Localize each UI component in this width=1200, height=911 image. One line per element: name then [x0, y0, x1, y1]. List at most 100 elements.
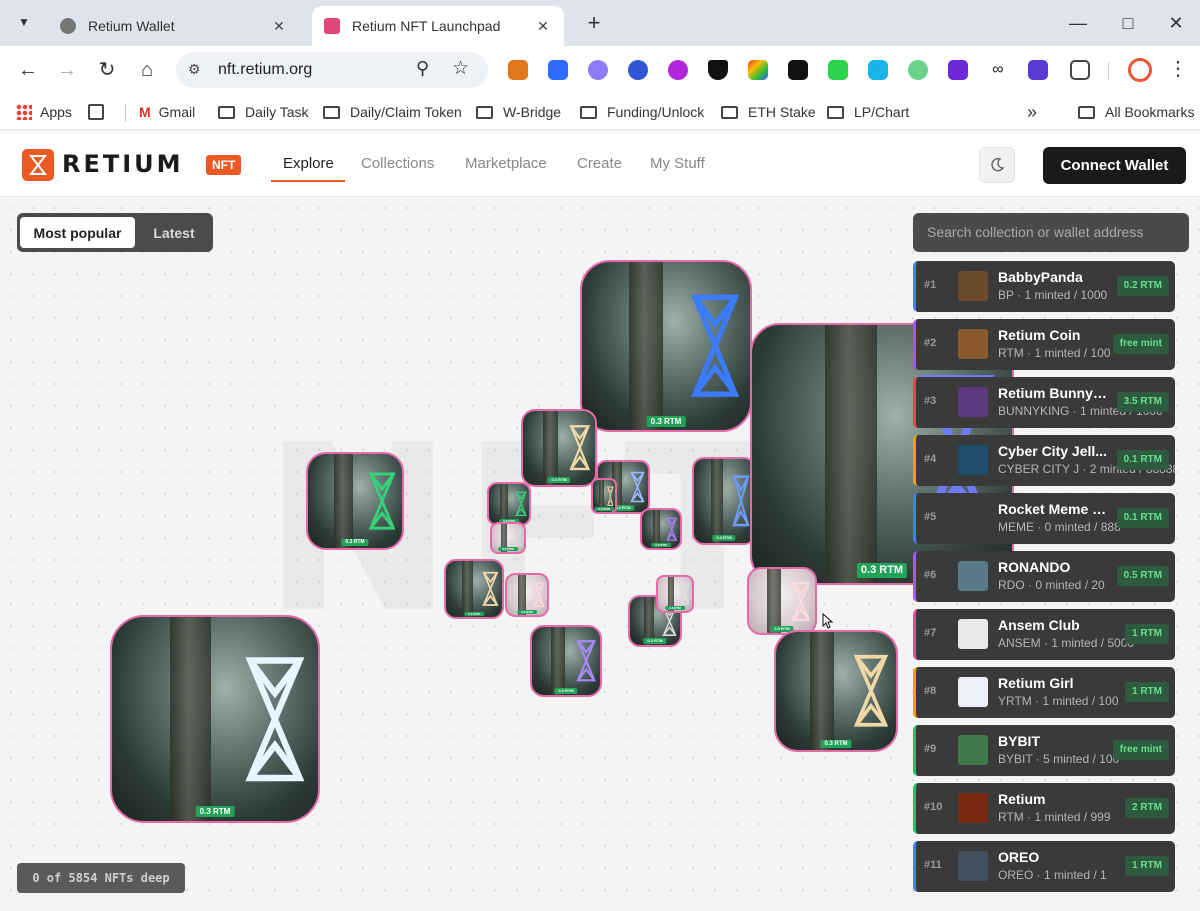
profile-avatar[interactable] [1128, 58, 1152, 82]
collection-card[interactable]: #9 BYBIT BYBIT · 5 minted / 100 free mint [913, 725, 1175, 776]
wallet-extension-icon[interactable] [548, 60, 568, 80]
bookmark-w-bridge[interactable]: W-Bridge [476, 102, 561, 122]
bird-extension-icon[interactable] [628, 60, 648, 80]
bookmark-daily-task[interactable]: Daily Task [218, 102, 309, 122]
collection-search-input[interactable]: Search collection or wallet address [913, 213, 1189, 252]
nav-my-stuff[interactable]: My Stuff [650, 155, 705, 172]
nft-card[interactable]: 0.3 RTM [640, 508, 682, 550]
browser-tab-nft-launchpad[interactable]: Retium NFT Launchpad ✕ [312, 6, 564, 46]
bookmark-star-icon[interactable]: ☆ [452, 57, 469, 80]
bot-extension-icon[interactable] [1028, 60, 1048, 80]
collection-card[interactable]: #3 Retium Bunny ... BUNNYKING · 1 minted /… [913, 377, 1175, 428]
metamask-extension-icon[interactable] [508, 60, 528, 80]
address-bar[interactable]: ⚙ nft.retium.org ⚲ ☆ [176, 52, 488, 88]
nft-card[interactable]: 0.3 RTM [774, 630, 898, 752]
bookmark-label: Funding/Unlock [607, 104, 705, 120]
collection-rank: #8 [924, 685, 937, 697]
rainbow-extension-icon[interactable] [748, 60, 768, 80]
bookmark-eth-stake[interactable]: ETH Stake [721, 102, 816, 122]
green-grid-extension-icon[interactable] [828, 60, 848, 80]
collection-rank: #5 [924, 511, 937, 523]
wifi-lock-extension-icon[interactable] [908, 60, 928, 80]
url-text[interactable]: nft.retium.org [218, 61, 312, 79]
shield-extension-icon[interactable] [708, 60, 728, 80]
purple-ring-extension-icon[interactable] [668, 60, 688, 80]
dark-square-extension-icon[interactable] [788, 60, 808, 80]
collection-mint-stats: BP · 1 minted / 1000 [998, 288, 1108, 302]
tab-search-chevron-icon[interactable]: ▼ [8, 8, 40, 36]
collection-card[interactable]: #6 RONANDO RDO · 0 minted / 20 0.5 RTM [913, 551, 1175, 602]
bookmark-gmail[interactable]: M Gmail [139, 102, 195, 122]
nft-card[interactable]: 0.3 RTM [444, 559, 504, 619]
retium-glyph-icon [569, 425, 591, 471]
nft-card[interactable]: 0.3 RTM [692, 457, 756, 545]
theme-toggle-button[interactable] [979, 147, 1015, 183]
nft-price-badge: 0.3 RTM [554, 688, 578, 694]
collection-card[interactable]: #7 Ansem Club ANSEM · 1 minted / 5000 1 RTM [913, 609, 1175, 660]
nft-card[interactable]: 0.3 RTM [521, 409, 597, 487]
toolbar-separator [1108, 62, 1109, 80]
collection-card[interactable]: #11 OREO OREO · 1 minted / 1 1 RTM [913, 841, 1175, 892]
bookmark-lp-chart[interactable]: LP/Chart [827, 102, 909, 122]
extensions-puzzle-icon[interactable] [1070, 60, 1090, 80]
nft-card[interactable]: 0.3 RTM [656, 575, 694, 613]
minimize-window-icon[interactable]: — [1058, 8, 1098, 38]
collection-card[interactable]: #1 BabbyPanda BP · 1 minted / 1000 0.2 RTM [913, 261, 1175, 312]
site-settings-icon[interactable]: ⚙ [188, 61, 201, 78]
nft-price-badge: 0.3 RTM [517, 609, 537, 614]
back-arrow-icon[interactable]: ← [14, 56, 42, 84]
close-tab-icon[interactable]: ✕ [270, 18, 288, 35]
retium-logo-icon[interactable] [22, 149, 54, 181]
explore-canvas[interactable]: NFT Most popular Latest 0.3 RTM0.3 RTM0.… [0, 197, 1200, 911]
new-tab-button[interactable]: + [580, 10, 608, 38]
cyan-extension-icon[interactable] [868, 60, 888, 80]
collection-card[interactable]: #10 Retium RTM · 1 minted / 999 2 RTM [913, 783, 1175, 834]
collection-card[interactable]: #2 Retium Coin RTM · 1 minted / 100 free mi… [913, 319, 1175, 370]
bookmark-apps[interactable]: Apps [16, 102, 72, 122]
filter-most-popular[interactable]: Most popular [20, 217, 135, 248]
nft-price-badge: 0.3 RTM [646, 415, 686, 427]
bookmark-funding-unlock[interactable]: Funding/Unlock [580, 102, 704, 122]
folder-icon [476, 105, 493, 119]
bookmarks-overflow-button[interactable]: » [1027, 102, 1037, 122]
bookmark-daily-claim-token[interactable]: Daily/Claim Token [323, 102, 462, 122]
nft-card[interactable]: 0.3 RTM [487, 482, 531, 526]
eye-extension-icon[interactable] [948, 60, 968, 80]
nft-card[interactable]: 0.3 RTM [505, 573, 549, 617]
connect-wallet-button[interactable]: Connect Wallet [1043, 147, 1186, 184]
close-tab-icon[interactable]: ✕ [534, 18, 552, 35]
collection-mint-stats: MEME · 0 minted / 888 [998, 520, 1121, 534]
forward-arrow-icon[interactable]: → [53, 56, 81, 84]
browser-tab-retium-wallet[interactable]: Retium Wallet ✕ [48, 6, 300, 46]
bookmark-label: Daily Task [245, 104, 309, 120]
nav-create[interactable]: Create [577, 155, 622, 172]
nft-card[interactable]: 0.3 RTM [530, 625, 602, 697]
collection-card[interactable]: #5 Rocket Meme C... MEME · 0 minted / 888 0… [913, 493, 1175, 544]
browser-menu-icon[interactable]: ⋮ [1168, 56, 1188, 81]
reload-icon[interactable]: ↻ [93, 56, 121, 84]
nft-card[interactable]: 0.3 RTM [110, 615, 320, 823]
retium-glyph-icon [514, 491, 527, 517]
link-extension-icon[interactable]: ∞ [988, 60, 1008, 80]
close-window-icon[interactable]: ✕ [1156, 8, 1196, 38]
nav-collections[interactable]: Collections [361, 155, 434, 172]
nft-card[interactable]: 0.3 RTM [591, 478, 617, 514]
bookmark-label: W-Bridge [503, 104, 562, 120]
forest-tree [551, 627, 565, 695]
phantom-extension-icon[interactable] [588, 60, 608, 80]
nft-card[interactable]: 0.3 RTM [747, 567, 817, 635]
filter-latest[interactable]: Latest [141, 217, 207, 248]
nav-explore[interactable]: Explore [283, 155, 334, 172]
collection-card[interactable]: #4 Cyber City Jell... CYBER CITY J · 2 min… [913, 435, 1175, 486]
collection-card[interactable]: #8 Retium Girl YRTM · 1 minted / 100 1 RTM [913, 667, 1175, 718]
home-icon[interactable]: ⌂ [133, 56, 161, 84]
zoom-icon[interactable]: ⚲ [416, 58, 429, 79]
nft-card[interactable]: 0.3 RTM [490, 522, 526, 554]
nav-marketplace[interactable]: Marketplace [465, 155, 547, 172]
nft-card[interactable]: 0.3 RTM [306, 452, 404, 550]
nft-card[interactable]: 0.3 RTM [580, 260, 752, 432]
bookmark-all-bookmarks[interactable]: All Bookmarks [1078, 102, 1194, 122]
tab-groups-icon[interactable] [88, 102, 104, 122]
logo-wordmark[interactable]: RETIUM [62, 150, 184, 178]
maximize-window-icon[interactable]: □ [1108, 8, 1148, 38]
